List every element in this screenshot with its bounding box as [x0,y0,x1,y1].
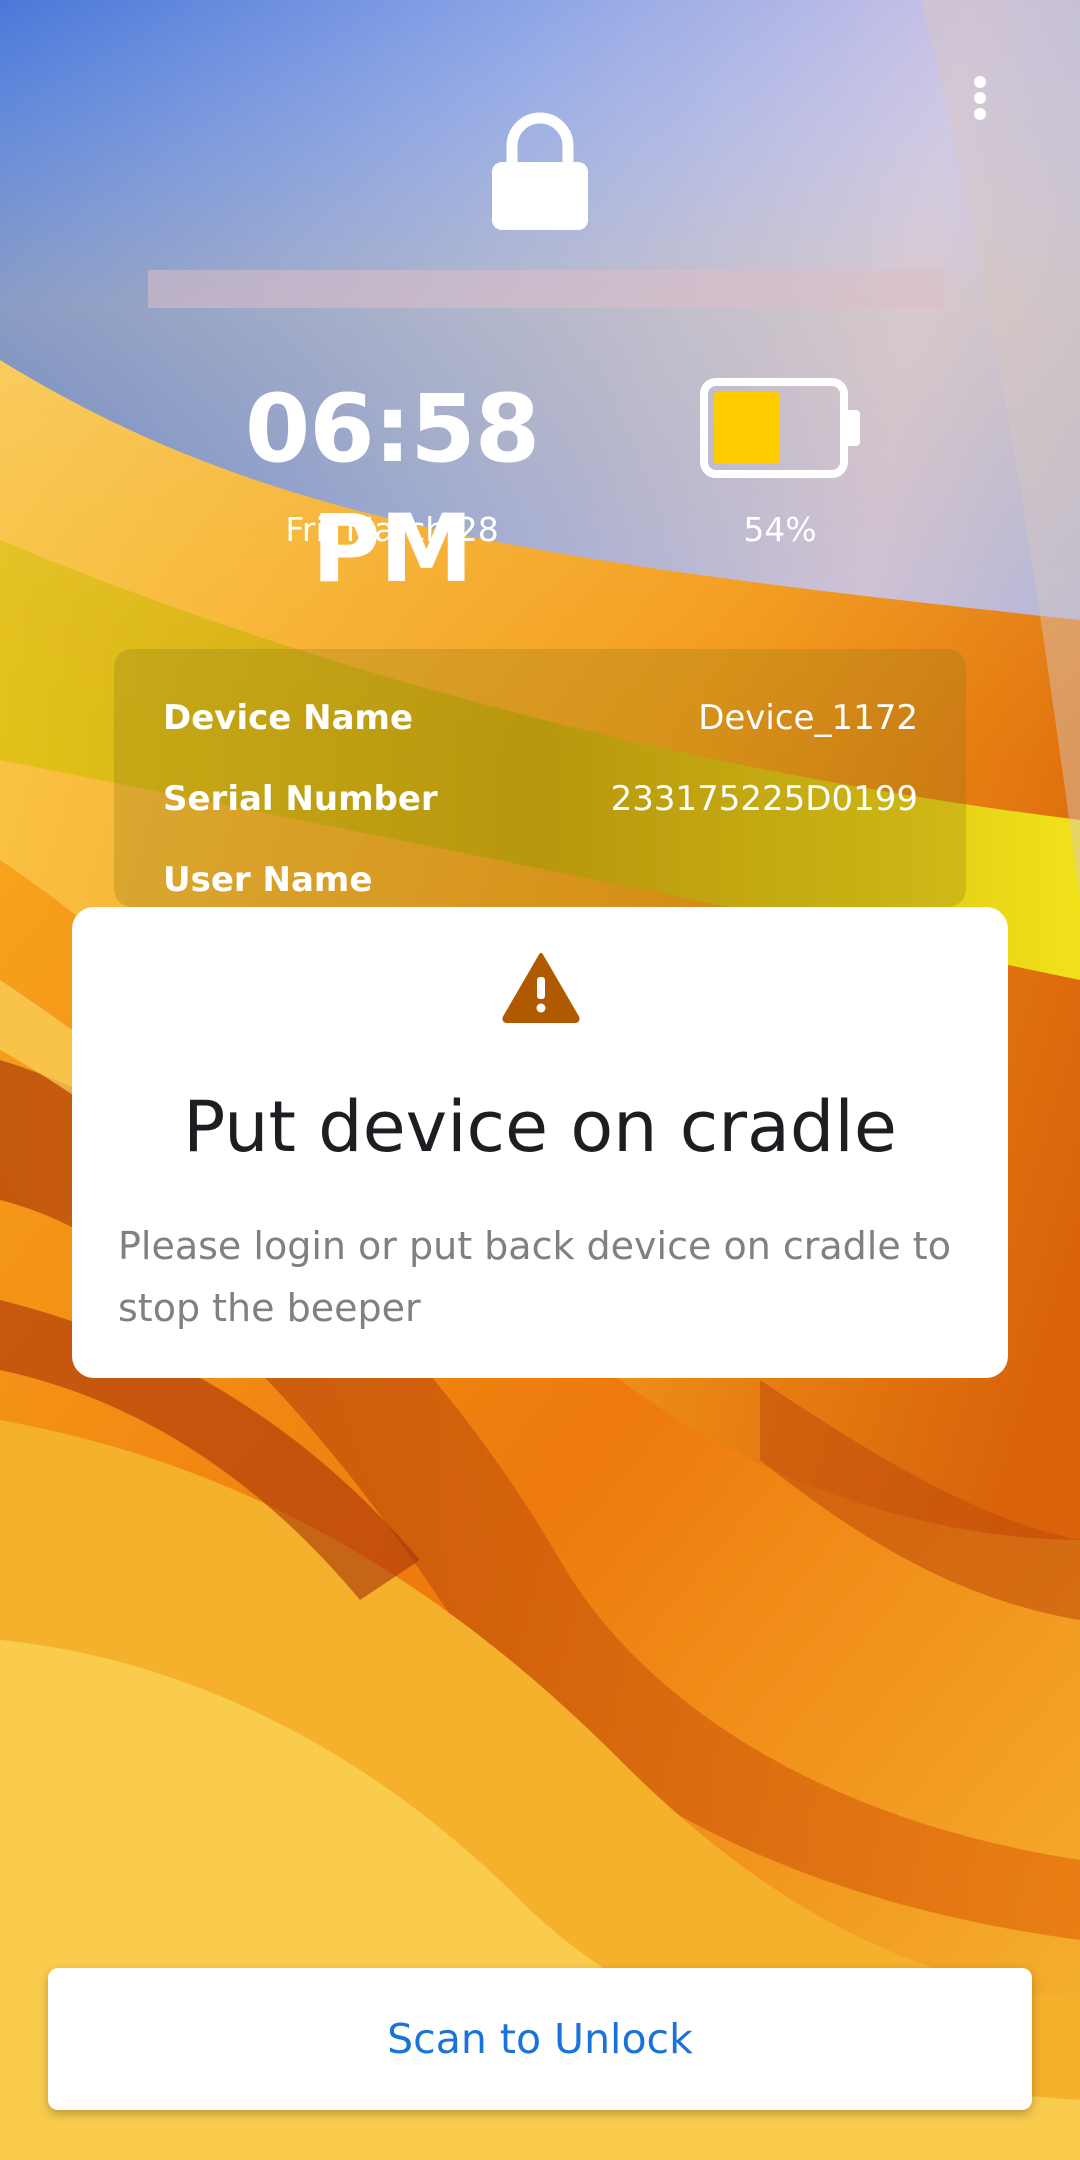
device-name-row: Device Name Device_1172 [163,677,918,758]
scan-to-unlock-button[interactable]: Scan to Unlock [48,1968,1032,2110]
alert-title: Put device on cradle [183,1086,897,1168]
device-name-value: Device_1172 [698,697,918,738]
user-name-label: User Name [163,859,373,900]
clock-date: Fri, March 28 [285,510,499,549]
device-info-panel: Device Name Device_1172 Serial Number 23… [114,649,966,907]
more-vert-icon-dot [974,92,986,104]
battery-fill [714,392,779,464]
more-vert-icon [974,76,986,88]
message-bar [148,270,945,308]
serial-number-label: Serial Number [163,778,438,819]
battery-percent: 54% [743,510,817,549]
serial-number-row: Serial Number 233175225D0199 [163,758,918,839]
clock-time: 06:58 PM [244,375,540,604]
alert-message: Please login or put back device on cradl… [118,1224,951,1330]
lock-icon [492,106,588,230]
battery-icon [700,378,864,478]
overflow-menu-button[interactable] [958,66,1002,130]
device-name-label: Device Name [163,697,414,738]
warning-icon [502,951,580,1023]
cradle-alert-dialog: Put device on cradle Please login or put… [72,907,1008,1378]
serial-number-value: 233175225D0199 [610,778,918,819]
more-vert-icon-dot [974,108,986,120]
